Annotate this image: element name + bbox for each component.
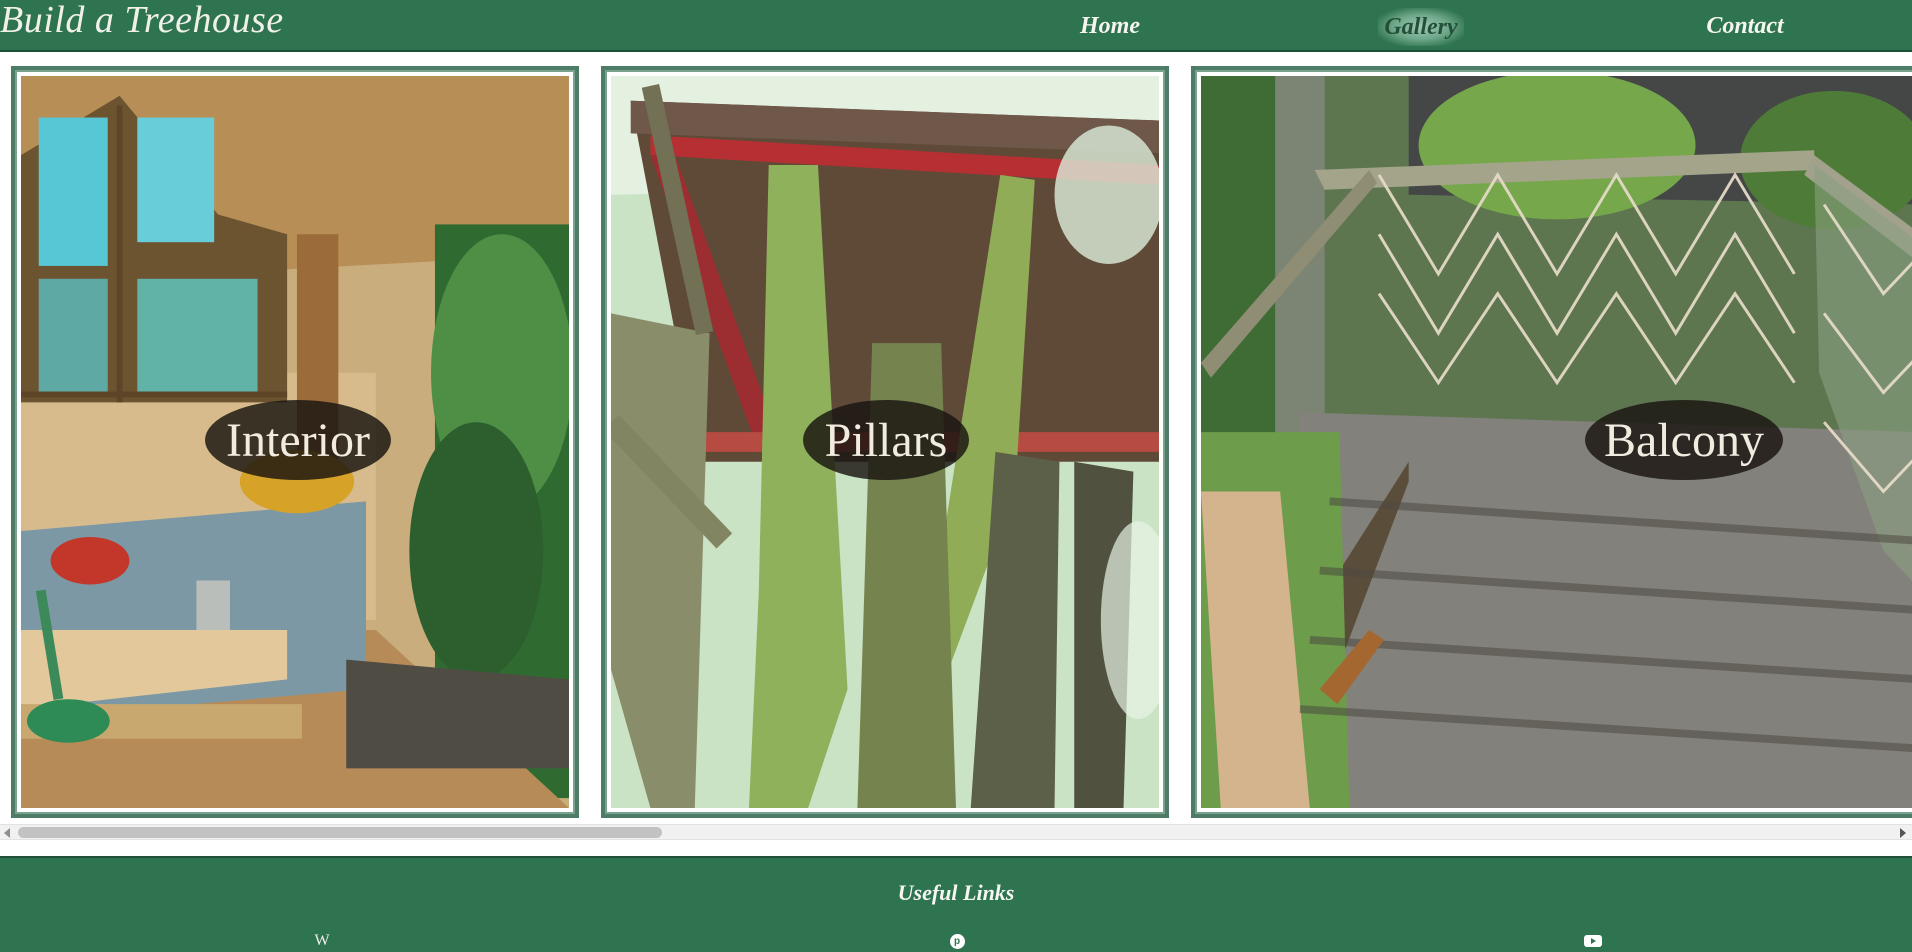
balcony-image — [1201, 76, 1912, 808]
nav-contact-link[interactable]: Contact — [1700, 0, 1790, 52]
pinterest-glyph: p — [949, 933, 965, 949]
pillars-caption: Pillars — [803, 400, 969, 480]
gallery-card-balcony[interactable]: Balcony — [1191, 66, 1912, 818]
wikipedia-icon[interactable]: W — [311, 932, 333, 950]
nav-gallery-link[interactable]: Gallery — [1378, 8, 1464, 46]
wikipedia-glyph: W — [314, 932, 330, 949]
pinterest-icon[interactable]: p — [948, 932, 966, 950]
scroll-left-arrow-icon[interactable] — [4, 828, 10, 838]
gallery-card-interior[interactable]: Interior — [11, 66, 579, 818]
scrollbar-thumb[interactable] — [18, 827, 662, 838]
youtube-icon[interactable] — [1583, 932, 1603, 950]
balcony-photo — [1201, 76, 1912, 808]
nav-home-link[interactable]: Home — [1070, 0, 1150, 52]
useful-links-title: Useful Links — [897, 880, 1015, 905]
site-header: Build a Treehouse Home Gallery Contact — [0, 0, 1912, 52]
gallery-card-pillars[interactable]: Pillars — [601, 66, 1169, 818]
youtube-glyph — [1584, 935, 1602, 947]
site-footer: Useful Links W p — [0, 856, 1912, 952]
scroll-right-arrow-icon[interactable] — [1900, 828, 1906, 838]
horizontal-scrollbar[interactable] — [0, 824, 1912, 840]
balcony-caption: Balcony — [1585, 400, 1783, 480]
gallery-strip: Interior Pillars Balcony — [0, 54, 1912, 824]
interior-caption: Interior — [205, 400, 391, 480]
site-title: Build a Treehouse — [0, 0, 284, 41]
